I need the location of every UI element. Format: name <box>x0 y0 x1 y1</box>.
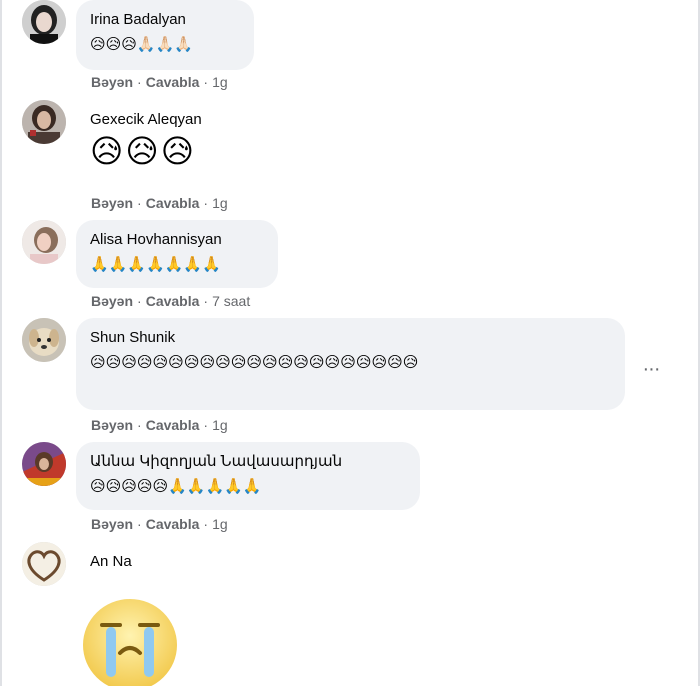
avatar[interactable] <box>22 542 66 586</box>
like-button[interactable]: Bəyən <box>91 293 133 309</box>
separator-dot: · <box>137 293 142 309</box>
like-button[interactable]: Bəyən <box>91 516 133 532</box>
separator-dot: · <box>203 516 209 532</box>
comment-actions: Bəyən · Cavabla · 1g <box>91 515 228 533</box>
separator-dot: · <box>137 195 142 211</box>
comment-time[interactable]: 1g <box>212 74 228 90</box>
comment-time[interactable]: 1g <box>212 195 228 211</box>
comment-text: 🙏🙏🙏🙏🙏🙏🙏 <box>90 255 221 273</box>
like-button[interactable]: Bəyən <box>91 74 133 90</box>
avatar[interactable] <box>22 0 66 44</box>
reply-button[interactable]: Cavabla <box>146 417 200 433</box>
avatar[interactable] <box>22 442 66 486</box>
comment-author[interactable]: Shun Shunik <box>90 328 611 348</box>
separator-dot: · <box>203 195 209 211</box>
separator-dot: · <box>137 516 142 532</box>
like-button[interactable]: Bəyən <box>91 417 133 433</box>
avatar[interactable] <box>22 318 66 362</box>
comment-author[interactable]: An Na <box>90 552 182 572</box>
comment-actions: Bəyən · Cavabla · 1g <box>91 194 228 212</box>
separator-dot: · <box>203 74 209 90</box>
comment-time[interactable]: 7 saat <box>212 293 250 309</box>
separator-dot: · <box>137 417 142 433</box>
reply-button[interactable]: Cavabla <box>146 195 200 211</box>
comment-author[interactable]: Alisa Hovhannisyan <box>90 230 264 250</box>
reply-button[interactable]: Cavabla <box>146 74 200 90</box>
comment-bubble: Shun Shunik 😥😥😥😥😥😥😥😥😥😥😥😥😥😥😥😥😥😥😥😥😥 <box>76 318 625 410</box>
comment-text: 😥😥😥😥😥😥😥😥😥😥😥😥😥😥😥😥😥😥😥😥😥 <box>90 353 419 371</box>
separator-dot: · <box>137 74 142 90</box>
page-border-left <box>0 0 2 686</box>
comment-bubble: An Na <box>76 542 196 582</box>
avatar[interactable] <box>22 100 66 144</box>
comment-author[interactable]: Irina Badalyan <box>90 10 240 30</box>
comment-text: 😥😥😥🙏🏻🙏🏻🙏🏻 <box>90 35 193 53</box>
separator-dot: · <box>203 293 209 309</box>
comment-actions: Bəyən · Cavabla · 1g <box>91 416 228 434</box>
comment-bubble: Աննա Կիզողյան Նավասարդյան 😥😥😥😥😥🙏🙏🙏🙏🙏 <box>76 442 420 510</box>
comment-author[interactable]: Աննա Կիզողյան Նավասարդյան <box>90 452 406 472</box>
avatar[interactable] <box>22 220 66 264</box>
comment-bubble: Alisa Hovhannisyan 🙏🙏🙏🙏🙏🙏🙏 <box>76 220 278 288</box>
comment-actions: Bəyən · Cavabla · 1g <box>91 73 228 91</box>
separator-dot: · <box>203 417 209 433</box>
reply-button[interactable]: Cavabla <box>146 293 200 309</box>
comment-text: 😥😥😥 <box>90 132 197 170</box>
more-options-button[interactable]: ··· <box>636 354 666 384</box>
comment-bubble: Gexecik Aleqyan 😥😥😥 <box>76 100 276 190</box>
comment-actions: Bəyən · Cavabla · 7 saat <box>91 292 250 310</box>
comment-time[interactable]: 1g <box>212 417 228 433</box>
like-button[interactable]: Bəyən <box>91 195 133 211</box>
comment-text: 😥😥😥😥😥🙏🙏🙏🙏🙏 <box>90 477 262 495</box>
reply-button[interactable]: Cavabla <box>146 516 200 532</box>
comment-author[interactable]: Gexecik Aleqyan <box>90 110 262 130</box>
comment-time[interactable]: 1g <box>212 516 228 532</box>
comment-bubble: Irina Badalyan 😥😥😥🙏🏻🙏🏻🙏🏻 <box>76 0 254 70</box>
crying-face-sticker <box>80 595 180 691</box>
